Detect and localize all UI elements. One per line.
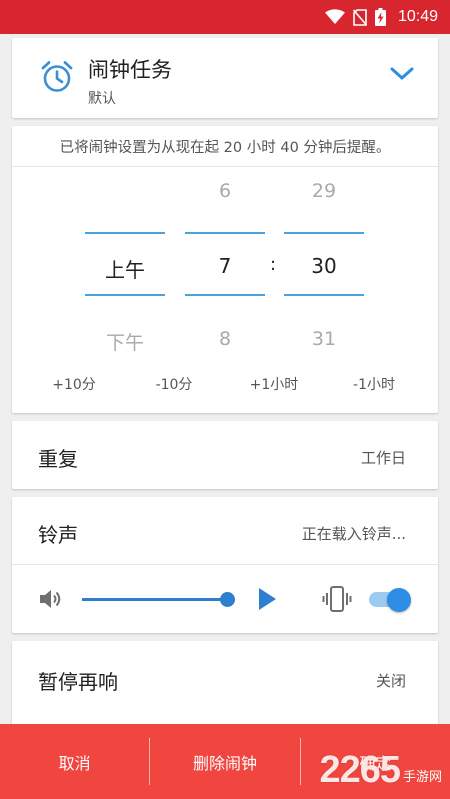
bottom-action-bar: 取消 删除闹钟 确定 2265 手游网 [0, 724, 450, 799]
minute-prev: 29 [311, 180, 337, 202]
chevron-down-icon[interactable] [390, 66, 414, 86]
status-bar: 10:49 [0, 0, 450, 34]
minute-current: 30 [311, 254, 337, 278]
ringtone-card: 铃声 正在载入铃声... [12, 497, 438, 633]
ampm-current: 上午 [105, 258, 145, 282]
minus-1-hour-button[interactable]: -1小时 [324, 374, 424, 394]
volume-slider-knob[interactable] [220, 592, 235, 607]
repeat-row[interactable]: 重复 工作日 [12, 421, 438, 489]
snooze-value: 关闭 [375, 672, 406, 690]
ampm-next: 下午 [105, 332, 144, 354]
hour-next: 8 [218, 328, 232, 350]
vibrate-toggle[interactable] [367, 588, 411, 612]
alarm-clock-icon [40, 60, 74, 98]
picker-line [85, 232, 165, 234]
ringtone-value: 正在载入铃声... [301, 525, 406, 543]
repeat-label: 重复 [38, 447, 78, 471]
minute-picker[interactable]: 29 30 31 [284, 126, 364, 366]
vibrate-icon [322, 585, 352, 617]
time-picker-card: 已将闹钟设置为从现在起 20 小时 40 分钟后提醒。 上午 下午 6 7 8 … [12, 126, 438, 413]
picker-line [284, 232, 364, 234]
ampm-picker[interactable]: 上午 下午 [85, 126, 165, 366]
confirm-button[interactable]: 确定 [301, 724, 450, 799]
wifi-icon [324, 9, 345, 25]
snooze-row[interactable]: 暂停再响 关闭 [12, 641, 438, 731]
minute-next: 31 [311, 328, 337, 350]
alarm-task-subtitle: 默认 [88, 91, 116, 107]
snooze-label: 暂停再响 [38, 670, 118, 694]
volume-slider-track[interactable] [82, 598, 228, 601]
toggle-thumb [387, 588, 411, 612]
divider [12, 564, 438, 565]
hour-current: 7 [218, 254, 232, 278]
ringtone-label: 铃声 [38, 523, 78, 547]
delete-alarm-button[interactable]: 删除闹钟 [150, 724, 299, 799]
ringtone-row[interactable]: 铃声 正在载入铃声... [12, 497, 438, 564]
add-1-hour-button[interactable]: +1小时 [224, 374, 324, 394]
picker-line [85, 294, 165, 296]
picker-line [185, 232, 265, 234]
hour-prev: 6 [218, 180, 232, 202]
battery-charging-icon [374, 8, 386, 26]
play-icon[interactable] [256, 587, 278, 615]
time-separator: : [270, 254, 277, 275]
hour-picker[interactable]: 6 7 8 [185, 126, 265, 366]
add-10-min-button[interactable]: +10分 [24, 374, 124, 394]
alarm-task-title: 闹钟任务 [88, 58, 172, 82]
picker-line [185, 294, 265, 296]
volume-icon [38, 587, 64, 615]
picker-line [284, 294, 364, 296]
repeat-value: 工作日 [360, 449, 406, 467]
alarm-header-card[interactable]: 闹钟任务 默认 [12, 38, 438, 118]
no-sim-icon [352, 8, 367, 26]
cancel-button[interactable]: 取消 [0, 724, 149, 799]
minus-10-min-button[interactable]: -10分 [124, 374, 224, 394]
status-time: 10:49 [397, 8, 438, 25]
